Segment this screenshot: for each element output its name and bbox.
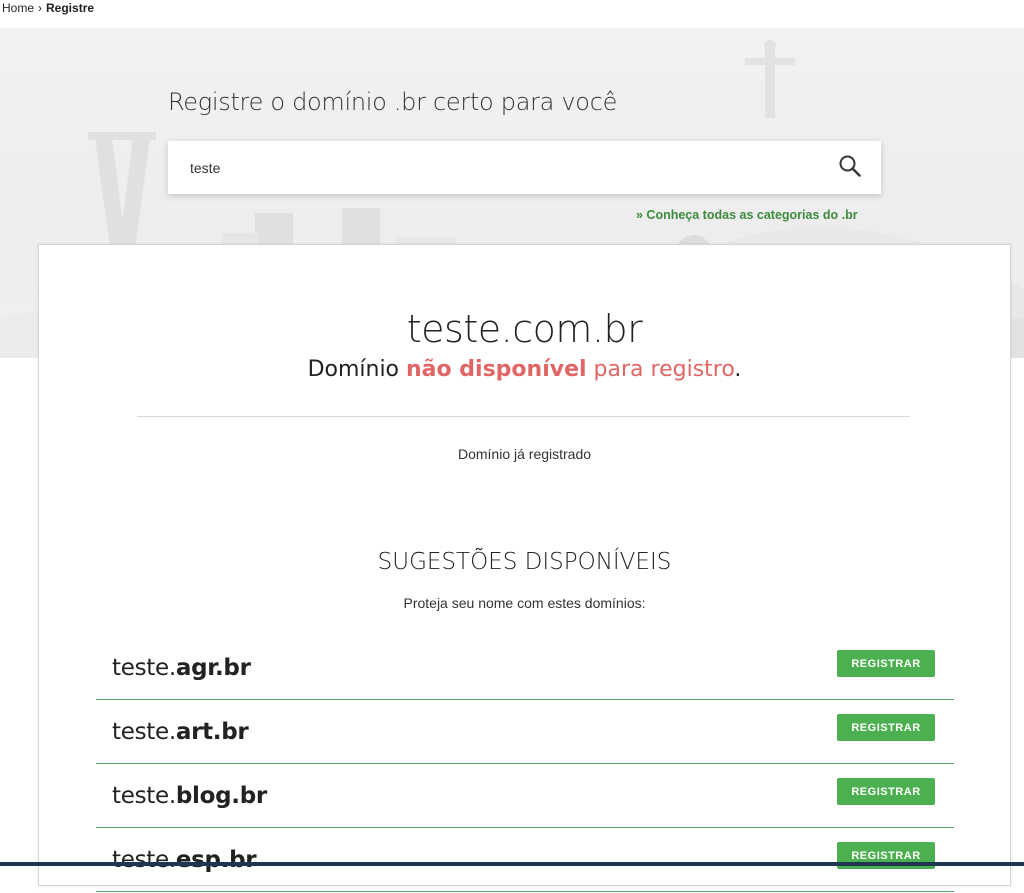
register-button[interactable]: REGISTRAR	[837, 714, 935, 741]
search-box	[168, 141, 881, 194]
status-prefix: Domínio	[307, 357, 407, 382]
categories-link[interactable]: » Conheça todas as categorias do .br	[636, 208, 858, 222]
search-button[interactable]	[837, 154, 863, 180]
suggestion-row: teste.blog.br REGISTRAR	[96, 765, 954, 828]
suggestion-name: teste.	[112, 847, 176, 873]
search-input[interactable]	[190, 141, 810, 194]
suggestion-ext: esp.br	[175, 847, 257, 873]
breadcrumb: Home › Registre	[2, 0, 94, 16]
search-icon	[839, 155, 861, 177]
hero-title: Registre o domínio .br certo para você	[168, 88, 618, 116]
suggestion-domain: teste.agr.br	[112, 655, 251, 681]
suggestion-row: teste.art.br REGISTRAR	[96, 701, 954, 764]
result-card: teste.com.br Domínio não disponível para…	[38, 244, 1011, 892]
suggestion-row: teste.esp.br REGISTRAR	[96, 829, 954, 892]
suggestion-name: teste.	[112, 655, 176, 681]
breadcrumb-separator: ›	[38, 1, 43, 15]
suggestions-list: teste.agr.br REGISTRAR teste.art.br REGI…	[96, 637, 954, 893]
breadcrumb-home-link[interactable]: Home	[2, 1, 34, 15]
suggestion-ext: agr.br	[175, 655, 251, 681]
register-button[interactable]: REGISTRAR	[837, 778, 935, 805]
divider	[137, 416, 910, 417]
bottom-bar	[0, 862, 1024, 866]
suggestion-name: teste.	[112, 719, 176, 745]
breadcrumb-current: Registre	[46, 1, 95, 15]
suggestion-name: teste.	[112, 783, 176, 809]
searched-domain: teste.com.br	[406, 307, 643, 351]
suggestion-domain: teste.blog.br	[112, 783, 267, 809]
status-period: .	[734, 357, 742, 382]
suggestions-title: SUGESTÕES DISPONÍVEIS	[377, 549, 672, 575]
status-unavailable: não disponível	[406, 357, 587, 382]
suggestions-subtitle: Proteja seu nome com estes domínios:	[403, 595, 646, 611]
register-button[interactable]: REGISTRAR	[837, 650, 935, 677]
suggestion-ext: blog.br	[175, 783, 267, 809]
suggestion-ext: art.br	[175, 719, 249, 745]
registered-note: Domínio já registrado	[457, 446, 592, 462]
suggestion-domain: teste.esp.br	[112, 847, 257, 873]
status-suffix: para registro	[586, 357, 735, 382]
availability-status: Domínio não disponível para registro.	[39, 357, 1010, 382]
suggestion-domain: teste.art.br	[112, 719, 249, 745]
suggestion-row: teste.agr.br REGISTRAR	[96, 637, 954, 700]
